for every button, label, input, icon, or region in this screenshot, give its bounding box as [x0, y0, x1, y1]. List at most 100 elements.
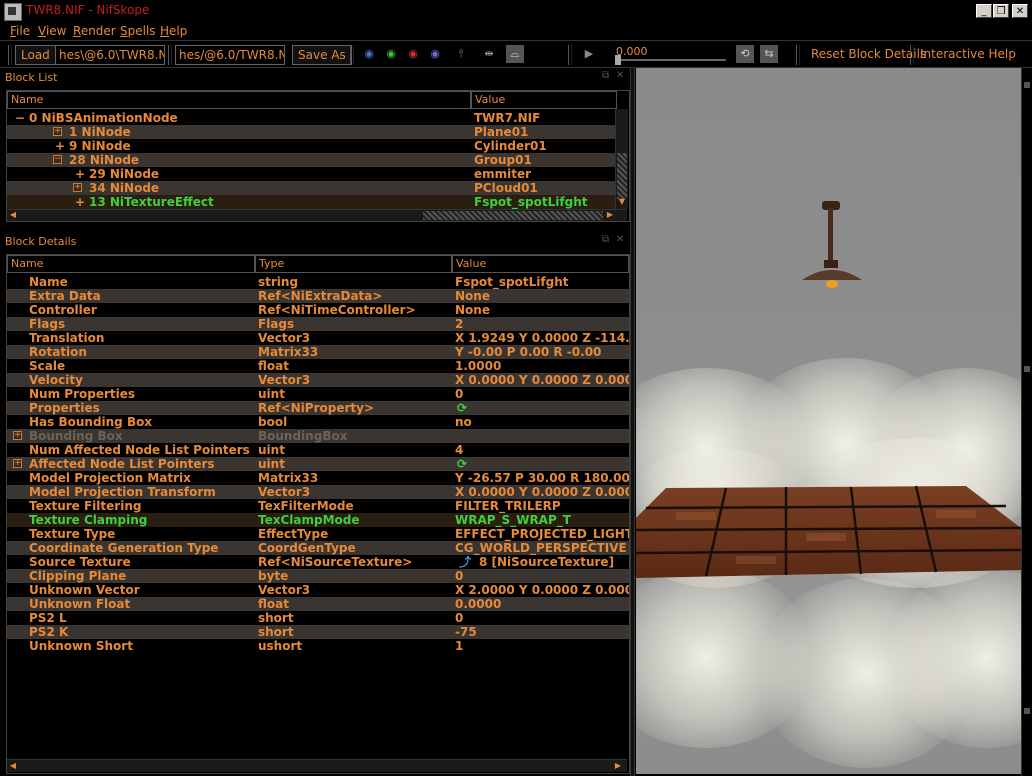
dock-float-icon[interactable]: ⧉	[602, 234, 609, 245]
details-row-value[interactable]: WRAP_S_WRAP_T	[455, 513, 629, 527]
walk-mode-icon[interactable]: ⫯	[454, 47, 468, 61]
expand-icon[interactable]: +	[75, 195, 85, 209]
scroll-right-icon[interactable]: ▶	[613, 761, 623, 770]
details-row[interactable]: Source Texture Ref<NiSourceTexture> ⤴ 8 [Ni…	[7, 555, 629, 569]
details-row-value[interactable]: 0.0000	[455, 597, 629, 611]
details-row[interactable]: Unknown Short ushort 1	[7, 639, 629, 653]
details-row-value[interactable]: None	[455, 289, 629, 303]
block-list-header-value[interactable]: Value	[471, 91, 617, 109]
toolbar-handle[interactable]	[8, 45, 12, 65]
refresh-icon[interactable]: ⟳	[457, 457, 467, 471]
details-row-value[interactable]: X 1.9249 Y 0.0000 Z -114.10	[455, 331, 629, 345]
details-row[interactable]: Scale float 1.0000	[7, 359, 629, 373]
viewport-scrollbar[interactable]	[1021, 68, 1032, 776]
scroll-left-icon[interactable]: ◀	[8, 210, 18, 219]
tree-row[interactable]: +9 NiNode Cylinder01	[7, 139, 615, 153]
menu-spells[interactable]: Spells	[120, 24, 156, 38]
loop-icon[interactable]: ⟲	[736, 45, 754, 63]
refresh-icon[interactable]: ⟳	[457, 401, 467, 415]
details-row[interactable]: Model Projection Matrix Matrix33 Y -26.57 …	[7, 471, 629, 485]
minimize-button[interactable]: _	[976, 4, 992, 18]
details-row[interactable]: Extra Data Ref<NiExtraData> None	[7, 289, 629, 303]
render-viewport[interactable]	[636, 68, 1021, 774]
details-row[interactable]: Texture Clamping TexClampMode WRAP_S_WRAP_…	[7, 513, 629, 527]
scroll-left-icon[interactable]: ◀	[8, 761, 18, 770]
block-details-header-name[interactable]: Name	[7, 255, 255, 273]
expand-icon[interactable]: +	[75, 167, 85, 181]
panel-splitter[interactable]	[630, 68, 635, 776]
time-slider-handle[interactable]	[615, 55, 621, 65]
details-row-value[interactable]: X 0.0000 Y 0.0000 Z 0.0000	[455, 373, 629, 387]
block-list-hscroll-thumb[interactable]	[423, 211, 603, 220]
dock-close-icon[interactable]: ✕	[616, 234, 624, 245]
time-slider[interactable]	[616, 59, 726, 61]
details-row-value[interactable]: Y -0.00 P 0.00 R -0.00	[455, 345, 629, 359]
tree-row[interactable]: +13 NiTextureEffect Fspot_spotLifght	[7, 195, 615, 209]
details-row-value[interactable]: 0	[455, 569, 629, 583]
block-details-header-type[interactable]: Type	[255, 255, 452, 273]
expand-icon[interactable]: +	[55, 139, 65, 153]
close-button[interactable]: ✕	[1012, 4, 1028, 18]
load-button[interactable]: Load	[15, 45, 56, 65]
restore-button[interactable]: ❐	[993, 4, 1009, 18]
details-row[interactable]: Texture Type EffectType EFFECT_PROJECTED_L…	[7, 527, 629, 541]
load-path-field[interactable]: hes\@6.0\TWR8.NIF	[55, 45, 165, 65]
details-row[interactable]: + Bounding Box BoundingBox	[7, 429, 629, 443]
details-row[interactable]: + Affected Node List Pointers uint ⟳	[7, 457, 629, 471]
expand-icon[interactable]: +	[53, 127, 62, 136]
view-side-icon[interactable]: ◉	[406, 47, 420, 61]
details-row[interactable]: Velocity Vector3 X 0.0000 Y 0.0000 Z 0.000…	[7, 373, 629, 387]
details-row[interactable]: Clipping Plane byte 0	[7, 569, 629, 583]
block-list-vscrollbar[interactable]: ▼	[615, 109, 628, 209]
details-row[interactable]: Unknown Float float 0.0000	[7, 597, 629, 611]
block-details-header-value[interactable]: Value	[452, 255, 629, 273]
details-row[interactable]: Properties Ref<NiProperty> ⟳	[7, 401, 629, 415]
details-row[interactable]: Model Projection Transform Vector3 X 0.000…	[7, 485, 629, 499]
details-row-value[interactable]: 0	[455, 387, 629, 401]
toolbar-handle[interactable]	[350, 45, 354, 65]
details-row[interactable]: Has Bounding Box bool no	[7, 415, 629, 429]
scroll-down-icon[interactable]: ▼	[617, 197, 627, 206]
details-row-value[interactable]: 1.0000	[455, 359, 629, 373]
tree-row[interactable]: +1 NiNode Plane01	[7, 125, 615, 139]
expand-icon[interactable]: +	[73, 183, 82, 192]
details-row-value[interactable]: X 2.0000 Y 0.0000 Z 0.0000	[455, 583, 629, 597]
tree-row[interactable]: −0 NiBSAnimationNode TWR7.NIF	[7, 111, 615, 125]
save-as-button[interactable]: Save As	[292, 45, 352, 65]
details-row-value[interactable]: no	[455, 415, 629, 429]
save-path-field[interactable]: hes/@6.0/TWR8.NIF	[175, 45, 285, 65]
collapse-icon[interactable]: −	[15, 111, 25, 125]
details-row-value[interactable]: 8 [NiSourceTexture]	[479, 555, 629, 569]
view-top-icon[interactable]: ◉	[362, 47, 376, 61]
details-row-value[interactable]: CG_WORLD_PERSPECTIVE	[455, 541, 629, 555]
scroll-right-icon[interactable]: ▶	[605, 210, 615, 219]
menu-render[interactable]: Render	[73, 24, 116, 38]
details-row-value[interactable]: None	[455, 303, 629, 317]
details-row-value[interactable]: 0	[455, 611, 629, 625]
expand-icon[interactable]: +	[13, 459, 22, 468]
menu-file[interactable]: File	[10, 24, 30, 38]
play-icon[interactable]: ▶	[582, 47, 596, 61]
perspective-icon[interactable]: ⌓	[506, 45, 524, 63]
link-icon[interactable]: ⤴	[459, 555, 471, 569]
block-list-header-name[interactable]: Name	[7, 91, 471, 109]
details-row-value[interactable]: EFFECT_PROJECTED_LIGHT	[455, 527, 629, 541]
block-details-table[interactable]: Name Type Value Name string Fspot_spotLifg…	[6, 254, 630, 774]
details-row-value[interactable]: Y -26.57 P 30.00 R 180.00	[455, 471, 629, 485]
block-list-vscroll-thumb[interactable]	[617, 153, 627, 199]
details-row[interactable]: Controller Ref<NiTimeController> None	[7, 303, 629, 317]
details-row[interactable]: Num Affected Node List Pointers uint 4	[7, 443, 629, 457]
tree-row[interactable]: −28 NiNode Group01	[7, 153, 615, 167]
details-row[interactable]: Coordinate Generation Type CoordGenType CG…	[7, 541, 629, 555]
details-row[interactable]: Texture Filtering TexFilterMode FILTER_TRI…	[7, 499, 629, 513]
toolbar-handle[interactable]	[796, 45, 800, 65]
details-row[interactable]: Num Properties uint 0	[7, 387, 629, 401]
switch-anim-icon[interactable]: ⇆	[760, 45, 778, 63]
details-row-value[interactable]: 4	[455, 443, 629, 457]
interactive-help-button[interactable]: Interactive Help	[920, 47, 1016, 61]
tree-row[interactable]: +29 NiNode emmiter	[7, 167, 615, 181]
details-row[interactable]: Name string Fspot_spotLifght	[7, 275, 629, 289]
details-row-value[interactable]: X 0.0000 Y 0.0000 Z 0.0000	[455, 485, 629, 499]
block-details-hscrollbar[interactable]: ◀ ▶	[7, 759, 627, 772]
details-row-value[interactable]: -75	[455, 625, 629, 639]
